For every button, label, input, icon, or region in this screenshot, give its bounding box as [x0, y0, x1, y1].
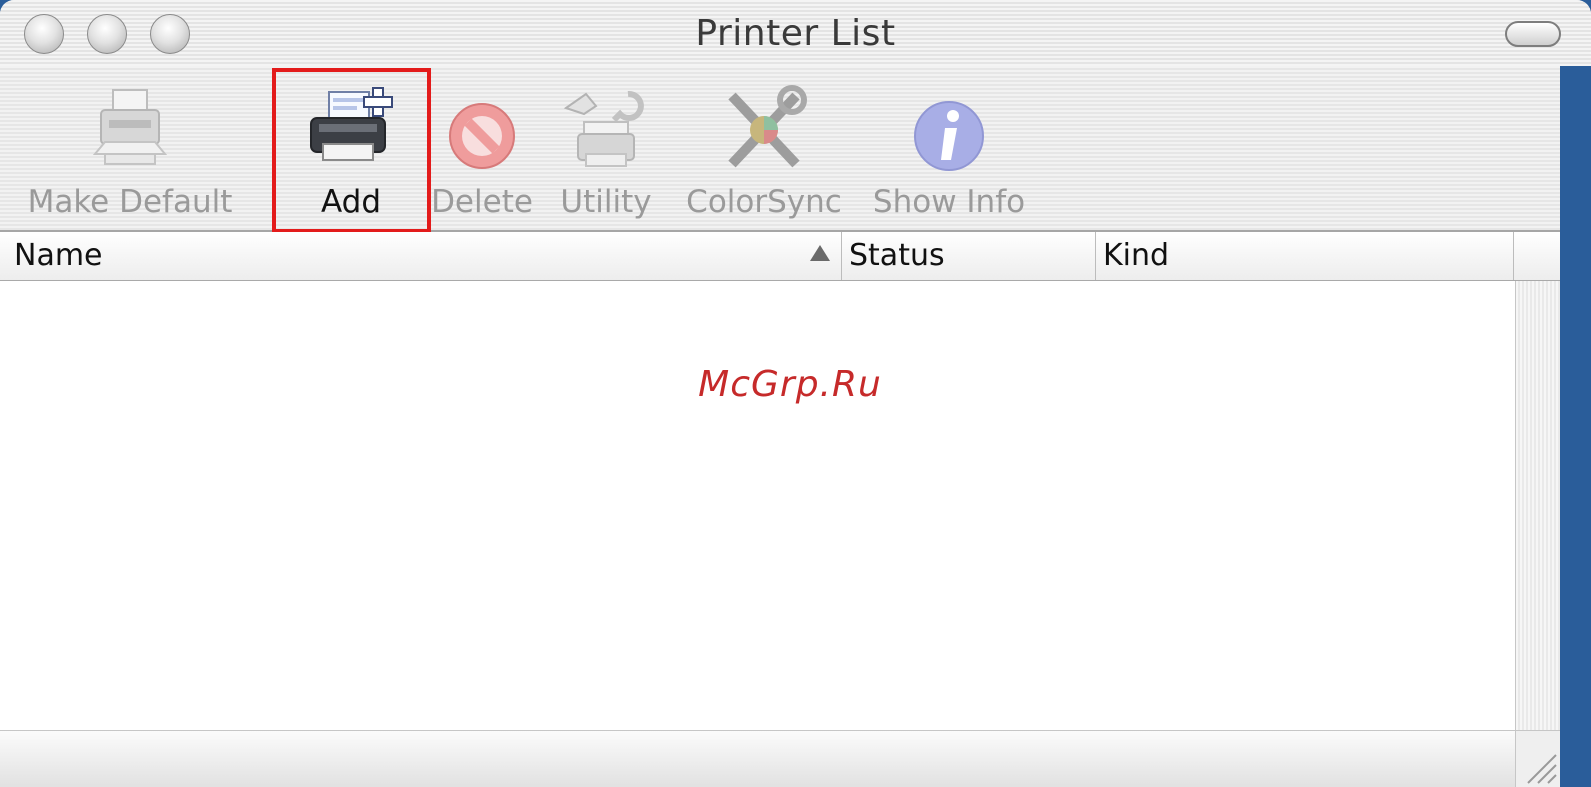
- sort-ascending-icon: [810, 245, 830, 261]
- horizontal-scrollbar[interactable]: [0, 730, 1515, 787]
- info-icon: [909, 84, 989, 178]
- show-info-label: Show Info: [872, 184, 1026, 220]
- toolbar: Make Default Add Delete Utility ColorSyn…: [0, 66, 1591, 232]
- show-info-button[interactable]: Show Info: [864, 66, 1034, 230]
- column-kind-label: Kind: [1103, 238, 1170, 273]
- delete-button[interactable]: Delete: [430, 66, 534, 230]
- watermark-text: McGrp.Ru: [698, 364, 882, 405]
- column-header-kind[interactable]: Kind: [1096, 232, 1514, 280]
- add-highlight-box: [272, 68, 431, 233]
- make-default-button[interactable]: Make Default: [20, 66, 240, 230]
- colorsync-icon: [714, 84, 814, 178]
- title-bar[interactable]: Printer List: [0, 0, 1591, 67]
- utility-icon: [556, 84, 656, 178]
- column-header-status[interactable]: Status: [842, 232, 1096, 280]
- desktop-background: [1560, 66, 1591, 787]
- column-header-name[interactable]: Name: [0, 232, 842, 280]
- table-header: Name Status Kind: [0, 232, 1560, 281]
- vertical-scrollbar[interactable]: [1515, 281, 1561, 730]
- printer-list[interactable]: [0, 281, 1515, 730]
- resize-grip-icon: [1527, 754, 1557, 784]
- delete-icon: [442, 84, 522, 178]
- toolbar-toggle-button[interactable]: [1505, 21, 1561, 47]
- delete-label: Delete: [431, 184, 533, 220]
- window-title: Printer List: [695, 13, 896, 54]
- utility-button[interactable]: Utility: [550, 66, 662, 230]
- resize-handle[interactable]: [1515, 730, 1561, 787]
- printer-list-window: Printer List Make Default Add Delete Uti…: [0, 0, 1591, 787]
- column-name-label: Name: [14, 238, 103, 273]
- make-default-label: Make Default: [27, 184, 233, 220]
- colorsync-label: ColorSync: [686, 184, 842, 220]
- make-default-printer-icon: [85, 84, 175, 178]
- column-status-label: Status: [849, 238, 945, 273]
- utility-label: Utility: [560, 184, 652, 220]
- colorsync-button[interactable]: ColorSync: [680, 66, 848, 230]
